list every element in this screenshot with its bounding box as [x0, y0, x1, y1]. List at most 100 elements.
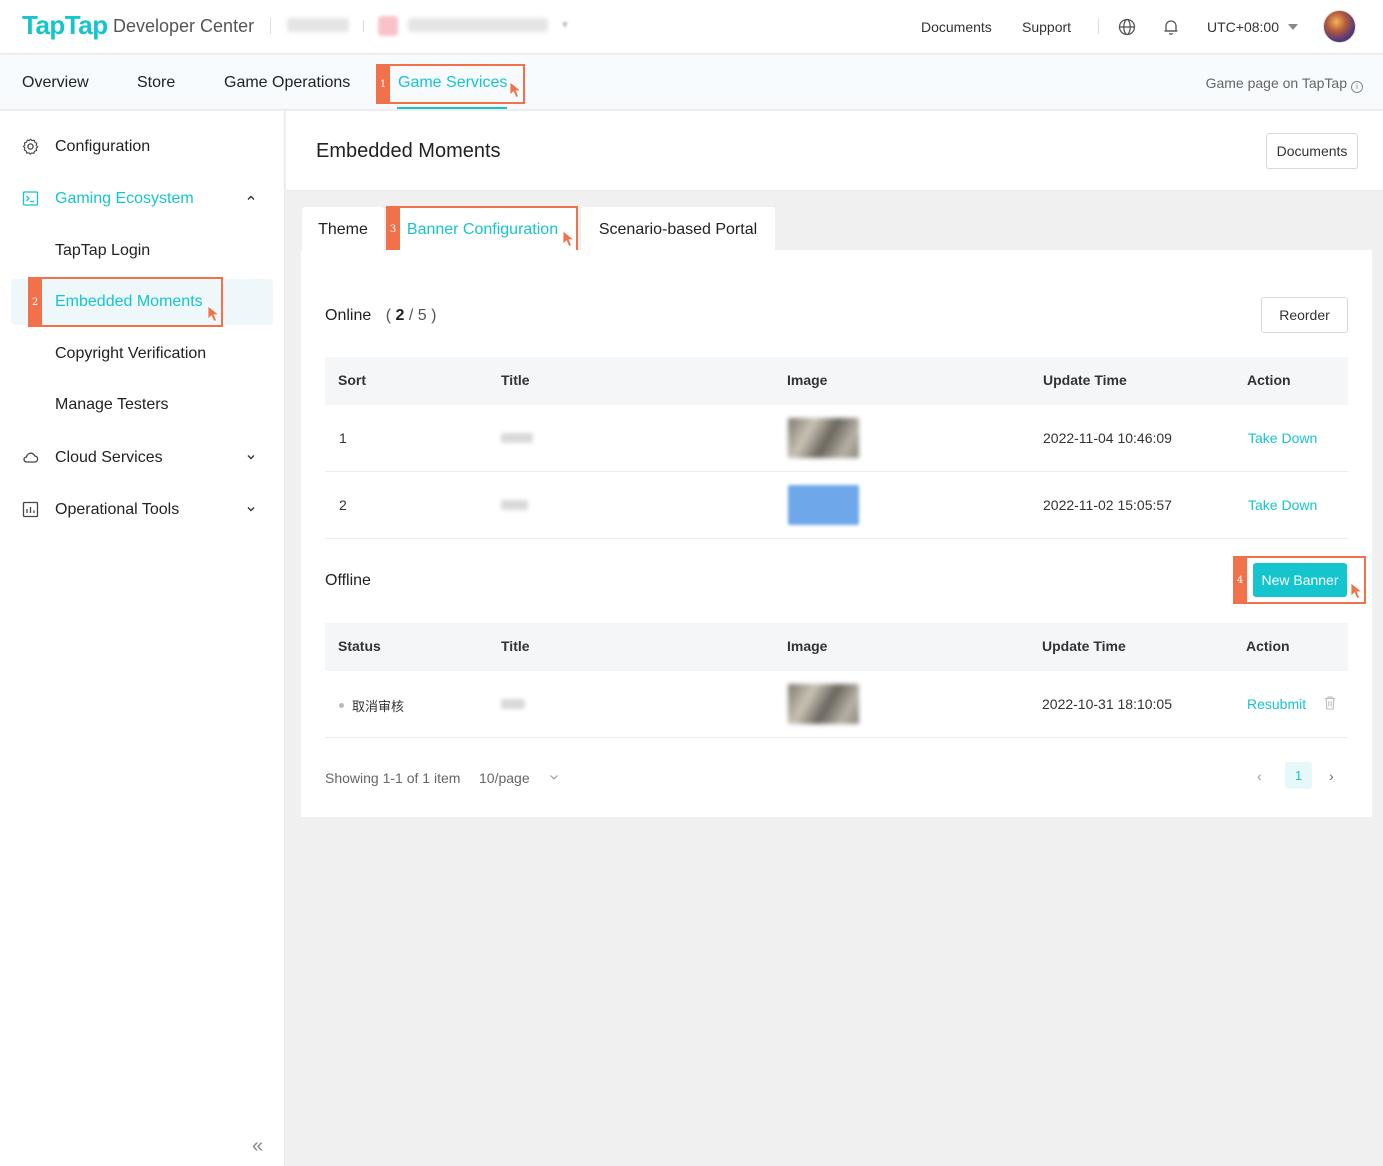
sidebar-item-label: Cloud Services: [55, 449, 163, 466]
column-header-action: Action: [1247, 372, 1291, 388]
column-header-image: Image: [787, 372, 828, 388]
sidebar-item-copyright-verification[interactable]: Copyright Verification: [0, 331, 285, 377]
bell-icon[interactable]: [1162, 18, 1180, 36]
count-close: ): [431, 307, 437, 324]
offline-table-header: Status Title Image Update Time Action: [325, 623, 1348, 671]
table-row: 1 2022-11-04 10:46:09 Take Down: [325, 405, 1348, 472]
chevron-down-icon[interactable]: [549, 772, 559, 782]
sort-cell: 2: [339, 497, 347, 513]
sidebar: Configuration Gaming Ecosystem TapTap Lo…: [0, 111, 285, 1166]
sidebar-item-taptap-login[interactable]: TapTap Login: [0, 228, 285, 274]
table-row: 2 2022-11-02 15:05:57 Take Down: [325, 472, 1348, 539]
globe-icon[interactable]: [1118, 18, 1136, 36]
cursor-icon: [562, 230, 576, 248]
annotation-number: 3: [386, 206, 400, 253]
documents-button[interactable]: Documents: [1266, 133, 1358, 169]
cursor-icon: [509, 81, 523, 99]
sidebar-item-label: Gaming Ecosystem: [55, 190, 194, 207]
gear-icon: [22, 138, 39, 155]
cursor-icon: [1350, 582, 1364, 600]
banner-config-card: Online ( 2 / 5 ) Reorder Sort Title Imag…: [301, 250, 1372, 817]
sidebar-item-label: Operational Tools: [55, 501, 180, 518]
online-section-title: Online ( 2 / 5 ): [325, 307, 436, 325]
chevron-up-icon: [247, 195, 255, 200]
active-tab-indicator: [397, 107, 507, 109]
reorder-button[interactable]: Reorder: [1261, 297, 1348, 333]
column-header-update-time: Update Time: [1042, 638, 1126, 654]
column-header-image: Image: [787, 638, 828, 654]
app-switch-chevron-icon[interactable]: ▼: [560, 20, 570, 31]
annotation-marker-4: 4: [1233, 556, 1366, 604]
sidebar-item-cloud-services[interactable]: Cloud Services: [0, 436, 285, 480]
sidebar-item-manage-testers[interactable]: Manage Testers: [0, 382, 285, 428]
take-down-link[interactable]: Take Down: [1248, 430, 1317, 446]
cloud-icon: [23, 452, 39, 463]
sidebar-item-label: TapTap Login: [55, 242, 151, 259]
documents-link[interactable]: Documents: [921, 19, 992, 35]
avatar[interactable]: [1323, 10, 1356, 43]
sidebar-item-label: Copyright Verification: [55, 345, 207, 362]
column-header-status: Status: [338, 638, 381, 654]
support-link[interactable]: Support: [1022, 19, 1071, 35]
divider: [363, 20, 364, 32]
blurred-title-cell: [501, 699, 525, 709]
annotation-number: 1: [376, 64, 390, 104]
info-circle-icon: i: [1351, 81, 1363, 93]
tab-scenario-based-portal[interactable]: Scenario-based Portal: [581, 207, 775, 250]
pagination-page-1[interactable]: 1: [1285, 762, 1312, 789]
offline-section-title: Offline: [325, 572, 371, 589]
banner-thumbnail: [788, 684, 859, 724]
game-page-link[interactable]: Game page on TapTap i: [1206, 75, 1363, 93]
blurred-account-name[interactable]: [287, 18, 349, 32]
take-down-link[interactable]: Take Down: [1248, 497, 1317, 513]
divider: [270, 18, 271, 34]
nav-tab-game-operations[interactable]: Game Operations: [224, 74, 350, 92]
sidebar-item-gaming-ecosystem[interactable]: Gaming Ecosystem: [0, 177, 285, 221]
count-max: 5: [417, 307, 427, 324]
main-nav: Overview Store Game Operations Game Serv…: [0, 55, 1383, 110]
annotation-marker-3: 3: [386, 206, 578, 253]
page-size-select[interactable]: 10/page: [479, 770, 530, 786]
sort-cell: 1: [339, 430, 347, 446]
annotation-marker-2: 2: [28, 277, 223, 327]
sidebar-item-label: Manage Testers: [55, 396, 169, 413]
update-time-cell: 2022-10-31 18:10:05: [1042, 696, 1172, 712]
column-header-sort: Sort: [338, 372, 366, 388]
sidebar-item-configuration[interactable]: Configuration: [0, 125, 285, 169]
divider: [1098, 18, 1099, 34]
online-title: Online: [325, 307, 372, 324]
pagination-summary: Showing 1-1 of 1 item: [325, 770, 461, 786]
nav-tab-overview[interactable]: Overview: [22, 74, 89, 92]
caret-down-icon[interactable]: [1288, 24, 1298, 30]
chevron-down-icon: [247, 455, 255, 460]
collapse-sidebar-icon[interactable]: «: [252, 1135, 263, 1158]
annotation-marker-1: 1: [376, 64, 525, 104]
app-icon[interactable]: [378, 16, 398, 36]
top-bar: TapTap Developer Center ▼ Documents Supp…: [0, 0, 1383, 54]
column-header-title: Title: [501, 638, 530, 654]
tab-theme[interactable]: Theme: [302, 207, 384, 250]
pagination-prev-button[interactable]: ‹: [1257, 768, 1262, 784]
cursor-icon: [207, 305, 221, 323]
nav-tab-store[interactable]: Store: [137, 74, 175, 92]
resubmit-link[interactable]: Resubmit: [1247, 696, 1306, 712]
column-header-action: Action: [1246, 638, 1290, 654]
column-header-title: Title: [501, 372, 530, 388]
page-header: Embedded Moments Documents: [286, 111, 1383, 191]
trash-icon[interactable]: [1323, 695, 1337, 711]
count-current: 2: [395, 307, 405, 324]
annotation-number: 4: [1233, 556, 1247, 604]
chart-icon: [22, 501, 39, 518]
taptap-logo[interactable]: TapTap: [22, 10, 108, 41]
sidebar-item-operational-tools[interactable]: Operational Tools: [0, 488, 285, 532]
annotation-number: 2: [28, 277, 42, 327]
blurred-app-name[interactable]: [408, 18, 548, 32]
column-header-update-time: Update Time: [1043, 372, 1127, 388]
blurred-title-cell: [501, 500, 528, 510]
online-count: ( 2 / 5 ): [386, 307, 437, 324]
sidebar-item-label: Configuration: [55, 138, 151, 155]
count-separator: /: [408, 307, 414, 324]
pagination-next-button[interactable]: ›: [1329, 768, 1334, 784]
blurred-title-cell: [501, 433, 533, 443]
timezone-selector[interactable]: UTC+08:00: [1207, 19, 1279, 35]
